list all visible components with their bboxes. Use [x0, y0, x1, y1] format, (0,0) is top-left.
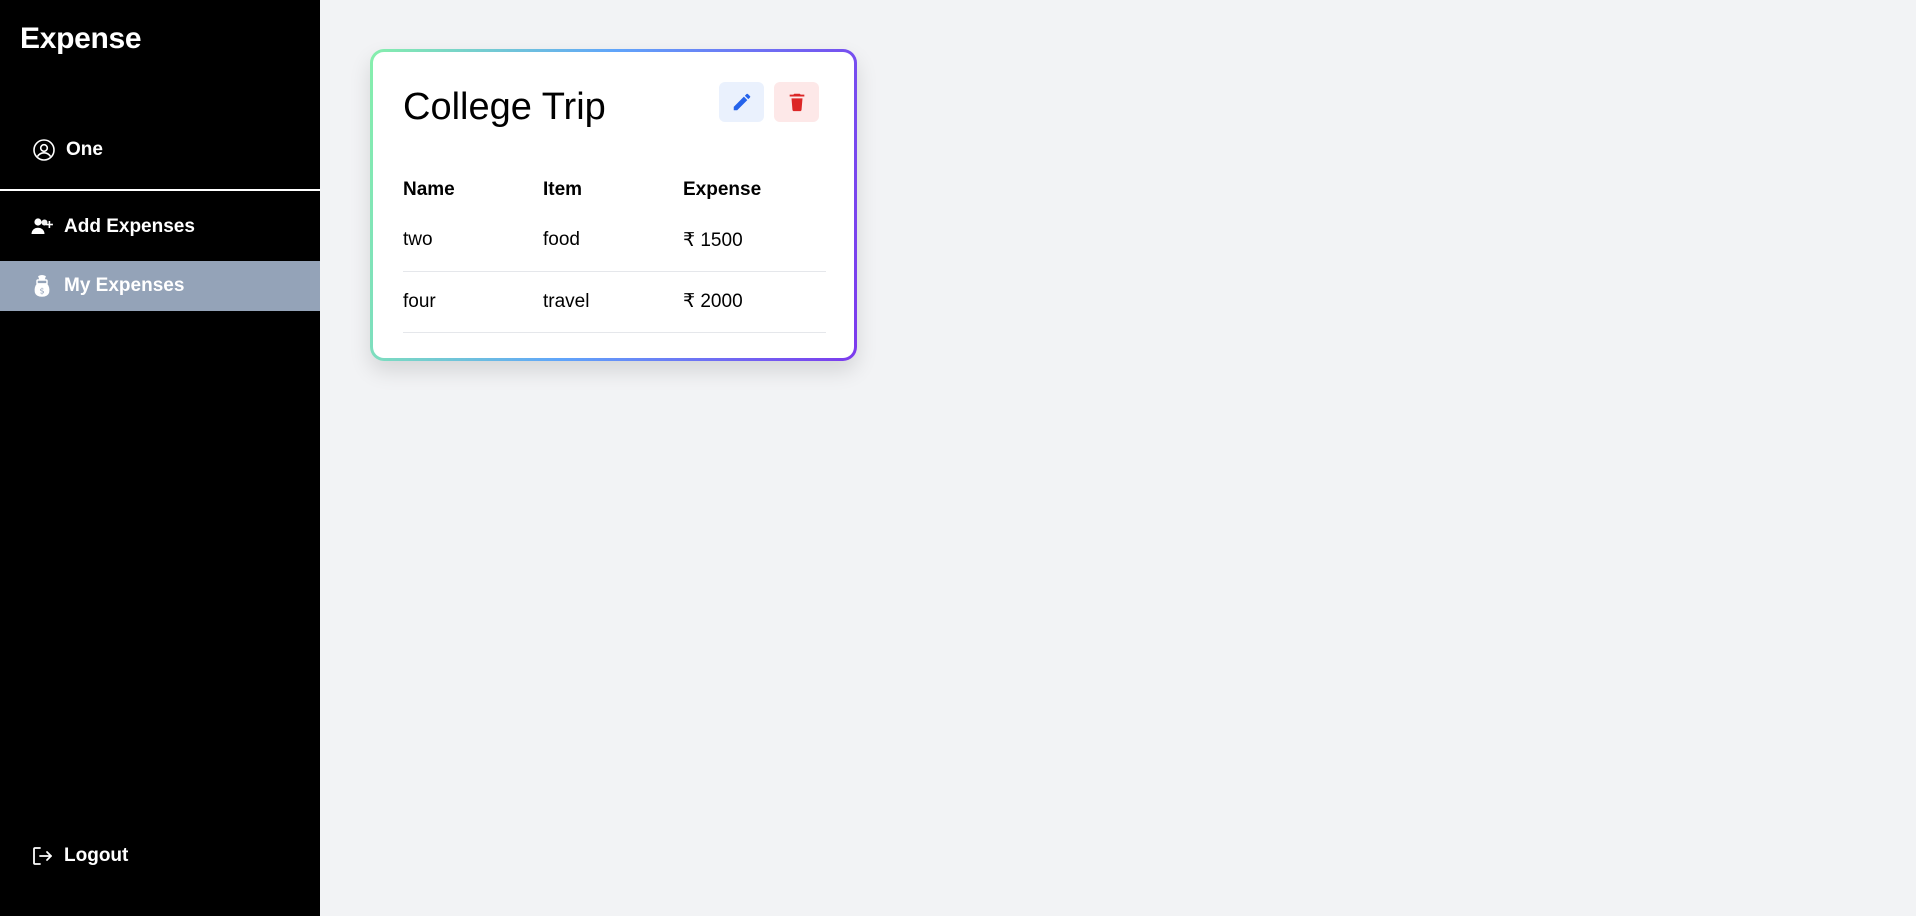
sidebar-divider — [0, 189, 320, 191]
sidebar-item-label: My Expenses — [64, 275, 185, 296]
cell-expense: ₹ 1500 — [683, 210, 826, 272]
edit-button[interactable] — [719, 82, 764, 122]
sidebar: Expense One Add Expenses $ My Expenses L… — [0, 0, 320, 916]
expense-table: Name Item Expense two food ₹ 1500 four t… — [403, 170, 826, 333]
user-plus-icon — [30, 215, 54, 239]
column-header-item: Item — [543, 179, 583, 200]
column-header-name: Name — [403, 179, 455, 200]
table-row: two food ₹ 1500 — [403, 210, 826, 272]
expense-card: College Trip Name Item Expense two food … — [370, 49, 857, 361]
pencil-icon — [730, 90, 754, 114]
column-header-expense: Expense — [683, 179, 762, 200]
svg-text:$: $ — [39, 287, 44, 296]
cell-item: food — [543, 210, 683, 272]
card-title: College Trip — [403, 86, 606, 128]
brand-title: Expense — [20, 22, 142, 55]
sidebar-item-label: Add Expenses — [64, 216, 195, 237]
cell-item: travel — [543, 271, 683, 333]
sidebar-item-add-expenses[interactable]: Add Expenses — [0, 202, 320, 252]
trash-icon — [785, 90, 809, 114]
table-row: four travel ₹ 2000 — [403, 271, 826, 333]
user-profile[interactable]: One — [0, 128, 320, 172]
cell-expense: ₹ 2000 — [683, 271, 826, 333]
cell-name: four — [403, 271, 543, 333]
table-header-row: Name Item Expense — [403, 170, 826, 210]
user-circle-icon — [32, 138, 56, 162]
cell-name: two — [403, 210, 543, 272]
logout-label: Logout — [64, 845, 129, 866]
logout-icon — [30, 844, 54, 868]
app-root: Expense One Add Expenses $ My Expenses L… — [0, 0, 1916, 916]
money-icon: $ — [30, 274, 54, 298]
logout-button[interactable]: Logout — [0, 831, 320, 881]
delete-button[interactable] — [774, 82, 819, 122]
expense-card-body: College Trip Name Item Expense two food … — [373, 52, 854, 358]
user-name: One — [66, 139, 103, 160]
sidebar-item-my-expenses[interactable]: $ My Expenses — [0, 261, 320, 311]
